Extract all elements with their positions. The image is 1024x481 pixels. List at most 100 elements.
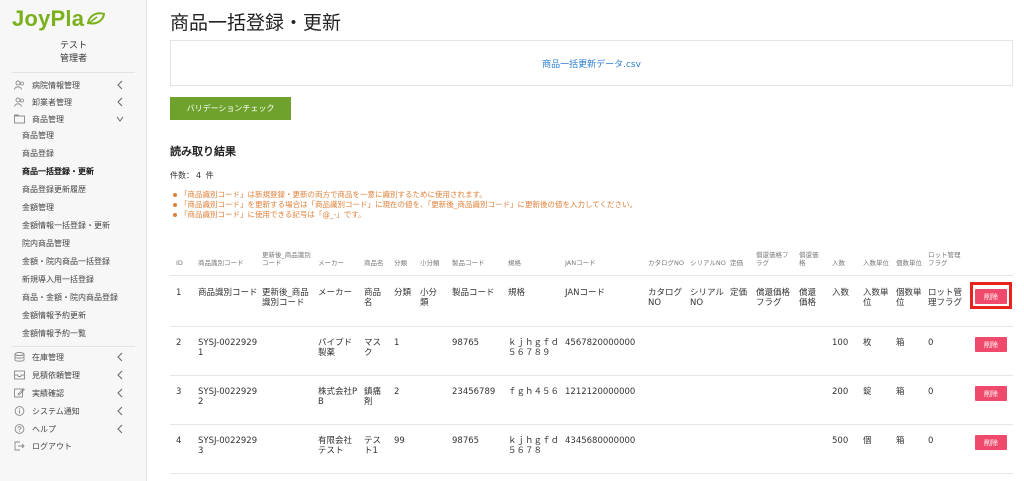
count-unit: 件 — [205, 171, 214, 180]
sub-product-register[interactable]: 商品登録 — [22, 147, 54, 161]
nav-quote[interactable]: 見積依頼管理 — [0, 367, 147, 383]
logout-icon — [14, 441, 25, 451]
table-cell — [730, 425, 750, 473]
sub-new-intro-bulk[interactable]: 新規導入用一括登録 — [22, 273, 94, 287]
table-cell: 製品コード — [452, 288, 495, 298]
results-title: 読み取り結果 — [170, 145, 236, 158]
table-cell: 鎮痛剤 — [364, 387, 382, 407]
note-item: 「商品識別コード」に使用できる記号は「@_-」です。 — [173, 210, 637, 220]
nav-system-notice[interactable]: システム通知 — [0, 403, 147, 419]
table-row: 3 SYSJ-00229292 株式会社PB 鎮痛剤 2 23456789 ｆｇ… — [170, 376, 1013, 425]
table-row: 2 SYSJ-00229291 パイプド製薬 マスク 1 98765 ｋｊｈｇｆ… — [170, 327, 1013, 376]
nav-label: 見積依頼管理 — [32, 371, 80, 380]
table-cell: メーカー — [318, 288, 353, 298]
header-cell: 小分類 — [420, 259, 440, 267]
table-cell: 有限会社テスト — [318, 436, 353, 456]
header-cell: カタログNO — [648, 259, 684, 267]
sub-price-management[interactable]: 金額管理 — [22, 201, 54, 215]
table-cell: 箱 — [896, 387, 905, 397]
table-row: 4 SYSJ-00229293 有限会社テスト テスト1 99 98765 ｋｊ… — [170, 425, 1013, 474]
table-row: 1 商品識別コード 更新後_商品識別コード メーカー 商品名 分類 小分類 製品… — [170, 277, 1013, 327]
table-cell: 200 — [832, 387, 849, 397]
validation-check-button[interactable]: バリデーションチェック — [170, 97, 291, 120]
sub-product-history[interactable]: 商品登録更新履歴 — [22, 183, 86, 197]
nav-inventory[interactable]: 在庫管理 — [0, 349, 147, 365]
table-cell: シリアルNO — [690, 288, 724, 308]
table-cell: 1 — [394, 338, 400, 348]
nav-product-management[interactable]: 商品管理 — [0, 111, 147, 127]
table-cell — [799, 425, 823, 473]
nav-results[interactable]: 実績確認 — [0, 385, 147, 401]
database-icon — [14, 352, 25, 362]
table-cell — [420, 376, 442, 424]
header-cell: シリアルNO — [690, 259, 726, 267]
sub-inhouse-product[interactable]: 院内商品管理 — [22, 237, 70, 251]
delete-button[interactable]: 削除 — [975, 386, 1007, 401]
note-item: 「商品識別コード」を更新する場合は「商品識別コード」に現在の値を、「更新後_商品… — [173, 200, 637, 210]
table-cell — [690, 376, 726, 424]
record-count: 件数： 4 件 — [170, 170, 216, 181]
table-cell: 入数単位 — [863, 288, 889, 308]
logo-leaf-icon — [86, 12, 106, 25]
table-cell: 定価 — [730, 288, 748, 298]
table-cell: 償還価格 — [799, 288, 817, 308]
table-cell: 4567820000000 — [565, 338, 636, 348]
folder-icon — [14, 114, 25, 124]
table-cell: 償還価格フラグ — [756, 288, 791, 308]
logo-text: JoyPla — [12, 6, 85, 31]
delete-button[interactable]: 削除 — [975, 435, 1007, 450]
table-cell: 規格 — [508, 288, 526, 298]
csv-file-link[interactable]: 商品一括更新データ.csv — [542, 57, 641, 70]
table-cell: 個数単位 — [896, 288, 922, 308]
table-cell: 500 — [832, 436, 849, 446]
table-cell: 100 — [832, 338, 849, 348]
nav-help[interactable]: ヘルプ — [0, 421, 147, 437]
nav-label: ログアウト — [32, 442, 72, 451]
chevron-left-icon — [117, 80, 123, 90]
table-cell — [262, 425, 314, 473]
edit-icon — [14, 388, 25, 398]
table-cell: JANコード — [565, 288, 606, 298]
nav-label: 商品管理 — [32, 115, 64, 124]
table-cell: SYSJ-00229292 — [198, 387, 258, 407]
table-cell: 3 — [176, 387, 182, 397]
table-cell — [799, 376, 823, 424]
header-cell: JANコード — [565, 259, 596, 267]
header-cell: メーカー — [318, 259, 344, 267]
table-cell — [648, 376, 688, 424]
file-drop-area[interactable]: 商品一括更新データ.csv — [170, 40, 1013, 86]
table-cell: 個 — [863, 436, 872, 446]
table-cell — [730, 376, 750, 424]
delete-button[interactable]: 削除 — [975, 337, 1007, 352]
sub-price-reservation-update[interactable]: 金額情報予約更新 — [22, 309, 86, 323]
sub-price-bulk[interactable]: 金額情報一括登録・更新 — [22, 219, 110, 233]
count-value: 4 — [196, 171, 202, 180]
delete-button[interactable]: 削除 — [975, 289, 1007, 304]
header-cell: 商品名 — [364, 259, 384, 267]
sidebar: JoyPla テスト 管理者 病院情報管理 卸業者管理 商品管理 商品管理 商品… — [0, 0, 147, 481]
table-cell: 枚 — [863, 338, 872, 348]
header-cell: ID — [176, 259, 183, 267]
sub-product-price-inhouse[interactable]: 商品・金額・院内商品登録 — [22, 291, 118, 305]
nav-logout[interactable]: ログアウト — [0, 438, 147, 454]
nav-label: 病院情報管理 — [32, 81, 80, 90]
header-cell: 償還価格 — [799, 251, 819, 267]
sub-product-bulk-register[interactable]: 商品一括登録・更新 — [22, 165, 94, 179]
header-cell: 製品コード — [452, 259, 485, 267]
chevron-left-icon — [117, 388, 123, 398]
sub-price-inhouse-bulk[interactable]: 金額・院内商品一括登録 — [22, 255, 110, 269]
header-cell: ロット管理フラグ — [928, 251, 961, 267]
nav-wholesaler-management[interactable]: 卸業者管理 — [0, 94, 147, 110]
table-cell: 入数 — [832, 288, 850, 298]
table-cell — [262, 327, 314, 375]
sub-price-reservation-list[interactable]: 金額情報予約一覧 — [22, 327, 86, 341]
nav-label: 卸業者管理 — [32, 98, 72, 107]
nav-hospital-management[interactable]: 病院情報管理 — [0, 77, 147, 93]
header-cell: 規格 — [508, 259, 521, 267]
sub-product-list[interactable]: 商品管理 — [22, 129, 54, 143]
table-cell: 1 — [176, 288, 182, 298]
users-icon — [14, 80, 24, 90]
chevron-left-icon — [117, 406, 123, 416]
logo[interactable]: JoyPla — [12, 6, 106, 32]
table-cell: 更新後_商品識別コード — [262, 288, 309, 308]
